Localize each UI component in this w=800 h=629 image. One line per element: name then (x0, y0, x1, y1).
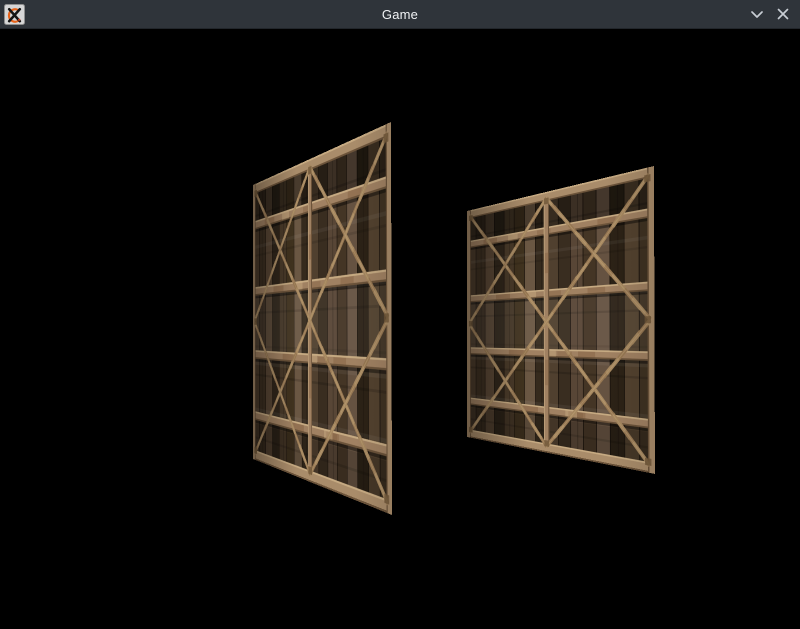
window-controls (746, 0, 794, 28)
close-icon (777, 8, 789, 20)
window-unmaximize-button[interactable] (746, 3, 768, 25)
window-close-button[interactable] (772, 3, 794, 25)
titlebar[interactable]: Game (0, 0, 800, 29)
window-title: Game (60, 0, 740, 28)
panel-shading-overlay (253, 122, 392, 515)
crate-panel-right (467, 166, 655, 474)
panel-shading-overlay (467, 166, 655, 474)
desktop: { "window": { "title": "Game" }, "titleb… (0, 0, 800, 629)
window-menu-button[interactable] (4, 4, 25, 25)
game-viewport[interactable] (0, 0, 800, 629)
crate-panel-left (253, 122, 392, 515)
xorg-logo-icon (4, 4, 25, 25)
chevron-down-icon (750, 10, 764, 19)
game-window: Game (0, 0, 800, 629)
